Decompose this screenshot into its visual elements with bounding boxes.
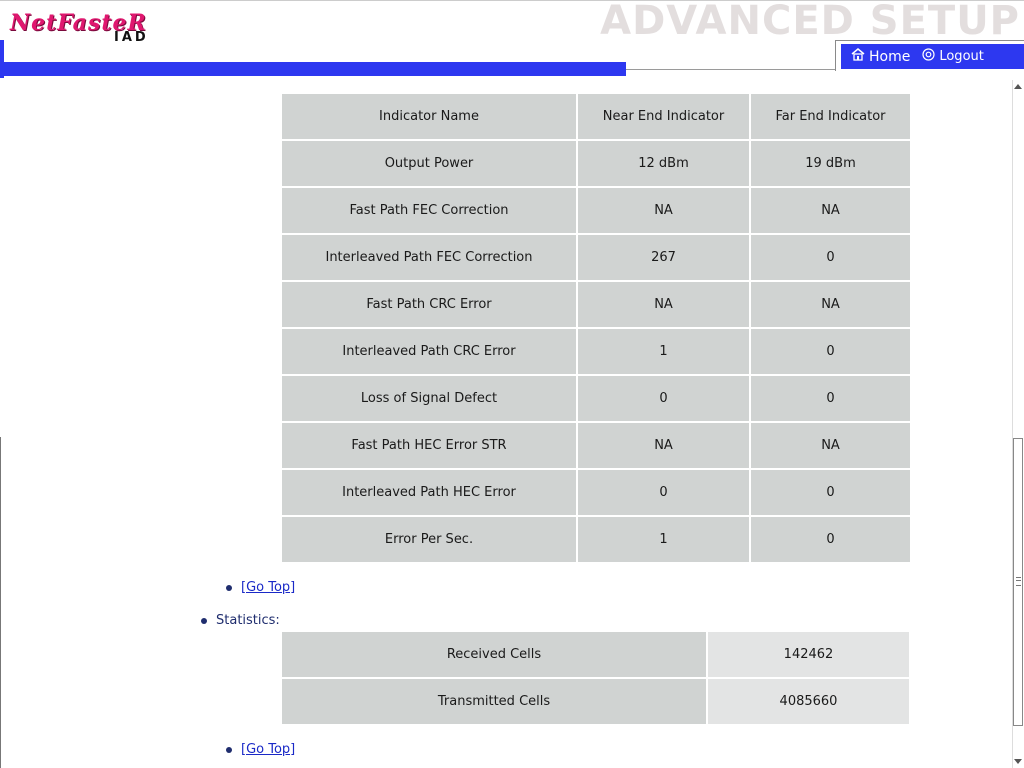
far-end-value: 0 [751, 470, 910, 515]
header-accent-bar [4, 62, 626, 76]
table-row: Interleaved Path CRC Error 1 0 [282, 329, 910, 374]
logout-link[interactable]: Logout [922, 48, 984, 65]
indicator-name: Interleaved Path CRC Error [282, 329, 576, 374]
near-end-value: 267 [578, 235, 749, 280]
bullet-icon [226, 584, 232, 591]
column-header: Near End Indicator [578, 94, 749, 139]
table-row: Interleaved Path FEC Correction 267 0 [282, 235, 910, 280]
table-row: Received Cells 142462 [282, 632, 909, 677]
table-row: Loss of Signal Defect 0 0 [282, 376, 910, 421]
near-end-value: NA [578, 188, 749, 233]
indicator-name: Fast Path CRC Error [282, 282, 576, 327]
page-title: ADVANCED SETUP [600, 0, 1020, 44]
vertical-scrollbar[interactable] [1012, 80, 1024, 768]
statistics-label: Statistics: [216, 613, 280, 628]
scroll-down-arrow-icon[interactable] [1014, 759, 1022, 764]
go-top-link[interactable]: [Go Top] [241, 580, 295, 595]
near-end-value: 1 [578, 517, 749, 562]
page-header: NetFasteR IAD ADVANCED SETUP Home Logout [0, 0, 1024, 80]
near-end-value: 12 dBm [578, 141, 749, 186]
netfaster-logo: NetFasteR IAD [10, 10, 190, 46]
statistic-name: Transmitted Cells [282, 679, 706, 724]
top-nav: Home Logout [835, 40, 1024, 71]
indicator-name: Fast Path FEC Correction [282, 188, 576, 233]
go-top-item-2: [Go Top] [226, 742, 295, 757]
table-row: Error Per Sec. 1 0 [282, 517, 910, 562]
logo-subtitle: IAD [114, 30, 149, 45]
scrollbar-thumb[interactable] [1013, 438, 1023, 726]
column-header: Far End Indicator [751, 94, 910, 139]
table-row: Interleaved Path HEC Error 0 0 [282, 470, 910, 515]
far-end-value: NA [751, 423, 910, 468]
far-end-value: NA [751, 188, 910, 233]
far-end-value: 0 [751, 517, 910, 562]
statistics-item: Statistics: [201, 613, 280, 628]
logout-icon [922, 48, 935, 65]
near-end-value: 0 [578, 470, 749, 515]
house-icon [851, 48, 865, 65]
column-header: Indicator Name [282, 94, 576, 139]
near-end-value: 0 [578, 376, 749, 421]
indicator-name: Interleaved Path FEC Correction [282, 235, 576, 280]
line-indicator-table: Indicator Name Near End Indicator Far En… [280, 92, 912, 564]
near-end-value: NA [578, 423, 749, 468]
table-row: Fast Path FEC Correction NA NA [282, 188, 910, 233]
statistics-table: Received Cells 142462 Transmitted Cells … [280, 630, 911, 726]
far-end-value: 19 dBm [751, 141, 910, 186]
indicator-name: Error Per Sec. [282, 517, 576, 562]
near-end-value: NA [578, 282, 749, 327]
go-top-item-1: [Go Top] [226, 580, 295, 595]
far-end-value: NA [751, 282, 910, 327]
table-row: Transmitted Cells 4085660 [282, 679, 909, 724]
frame-left-border [0, 437, 1, 768]
home-link[interactable]: Home [851, 48, 910, 65]
logout-label: Logout [939, 49, 984, 64]
grip-icon [1016, 577, 1021, 586]
table-header-row: Indicator Name Near End Indicator Far En… [282, 94, 910, 139]
indicator-name: Fast Path HEC Error STR [282, 423, 576, 468]
near-end-value: 1 [578, 329, 749, 374]
table-row: Fast Path HEC Error STR NA NA [282, 423, 910, 468]
statistic-value: 142462 [708, 632, 909, 677]
statistic-value: 4085660 [708, 679, 909, 724]
table-row: Output Power 12 dBm 19 dBm [282, 141, 910, 186]
scroll-up-arrow-icon[interactable] [1014, 84, 1022, 89]
indicator-name: Output Power [282, 141, 576, 186]
top-nav-bar: Home Logout [841, 44, 1024, 69]
indicator-name: Loss of Signal Defect [282, 376, 576, 421]
go-top-link[interactable]: [Go Top] [241, 742, 295, 757]
bullet-icon [201, 617, 207, 624]
far-end-value: 0 [751, 376, 910, 421]
far-end-value: 0 [751, 235, 910, 280]
indicator-name: Interleaved Path HEC Error [282, 470, 576, 515]
bullet-icon [226, 746, 232, 753]
main-content: Indicator Name Near End Indicator Far En… [0, 80, 1012, 768]
far-end-value: 0 [751, 329, 910, 374]
home-label: Home [869, 48, 911, 65]
table-row: Fast Path CRC Error NA NA [282, 282, 910, 327]
statistic-name: Received Cells [282, 632, 706, 677]
